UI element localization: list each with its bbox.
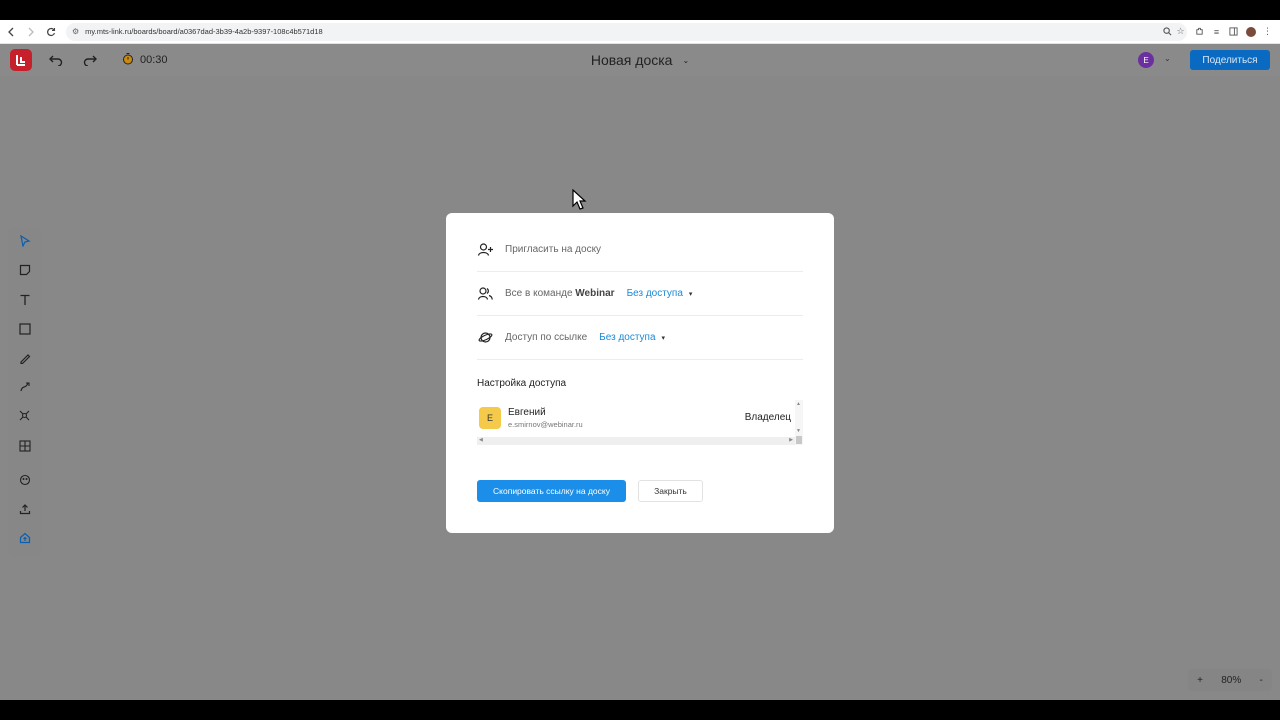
chevron-down-icon: ⌄: [682, 55, 690, 65]
back-icon[interactable]: [2, 23, 20, 41]
left-toolbar: [8, 227, 41, 557]
team-access-dropdown[interactable]: Без доступа ▾: [627, 288, 693, 299]
side-panel-icon[interactable]: [1227, 25, 1240, 38]
team-icon: [477, 286, 493, 302]
browser-toolbar: ⚙ my.mts-link.ru/boards/board/a0367dad-3…: [0, 20, 1280, 44]
share-dialog: Пригласить на доску Все в команде Webina…: [446, 213, 834, 533]
timer[interactable]: 00:30: [122, 51, 168, 69]
shape-tool-icon[interactable]: [14, 318, 35, 339]
app-logo[interactable]: [10, 49, 32, 71]
app-header: 00:30 Новая доска ⌄ E ⌄ Поделиться: [0, 44, 1280, 76]
pen-tool-icon[interactable]: [14, 347, 35, 368]
vertical-scrollbar[interactable]: ▲ ▼: [795, 400, 803, 445]
scroll-down-icon[interactable]: ▼: [796, 428, 801, 434]
copy-link-button[interactable]: Скопировать ссылку на доску: [477, 480, 626, 502]
share-button[interactable]: Поделиться: [1190, 50, 1270, 70]
extensions-icon[interactable]: [1193, 25, 1206, 38]
scroll-thumb[interactable]: [796, 436, 802, 444]
chevron-down-icon: ▾: [661, 334, 666, 342]
profile-avatar[interactable]: [1244, 25, 1257, 38]
templates-icon[interactable]: [14, 469, 35, 490]
link-access-label: Доступ по ссылке: [505, 332, 588, 343]
zoom-icon[interactable]: [1161, 25, 1174, 38]
member-name: Евгений: [508, 407, 546, 418]
link-access-row: Доступ по ссылке Без доступа ▾: [477, 316, 803, 360]
text-tool-icon[interactable]: [14, 289, 35, 310]
chevron-down-icon[interactable]: ⌄: [1164, 54, 1171, 63]
team-access-row: Все в команде Webinar Без доступа ▾: [477, 272, 803, 316]
access-settings-title: Настройка доступа: [477, 378, 567, 389]
scroll-left-icon[interactable]: ◀: [479, 437, 483, 443]
members-list: E Евгений e.smirnov@webinar.ru Владелец …: [477, 400, 803, 445]
team-name: Webinar: [575, 288, 615, 299]
connector-tool-icon[interactable]: [14, 376, 35, 397]
mouse-cursor-icon: [572, 189, 587, 210]
forward-icon[interactable]: [22, 23, 40, 41]
url-text: my.mts-link.ru/boards/board/a0367dad-3b3…: [85, 27, 323, 36]
link-access-dropdown[interactable]: Без доступа ▾: [599, 332, 665, 343]
zoom-controls: + 80% -: [1188, 669, 1272, 691]
media-control-icon[interactable]: ≡: [1210, 25, 1223, 38]
board-title-dropdown[interactable]: Новая доска ⌄: [560, 50, 720, 70]
horizontal-scrollbar[interactable]: ◀ ▶: [477, 437, 795, 445]
scroll-right-icon[interactable]: ▶: [789, 437, 793, 443]
zoom-in-button[interactable]: +: [1197, 675, 1203, 686]
invite-input[interactable]: Пригласить на доску: [505, 244, 601, 255]
chevron-down-icon: ▾: [688, 290, 693, 298]
screen-bottom-border: [0, 700, 1280, 720]
user-avatar[interactable]: E: [1138, 52, 1154, 68]
zoom-out-button[interactable]: -: [1260, 675, 1263, 686]
zoom-level: 80%: [1221, 674, 1242, 686]
close-button[interactable]: Закрыть: [638, 480, 703, 502]
stopwatch-icon: [122, 52, 134, 68]
member-role: Владелец: [744, 412, 791, 423]
add-user-icon: [477, 242, 493, 258]
table-tool-icon[interactable]: [14, 435, 35, 456]
cloud-upload-icon[interactable]: [14, 527, 35, 548]
board-title: Новая доска: [590, 52, 673, 68]
mindmap-tool-icon[interactable]: [14, 405, 35, 426]
select-tool-icon[interactable]: [14, 230, 35, 251]
undo-icon[interactable]: [47, 51, 65, 69]
team-access-label: Все в команде Webinar: [505, 288, 615, 299]
member-email: e.smirnov@webinar.ru: [508, 420, 583, 429]
redo-icon[interactable]: [81, 51, 99, 69]
site-settings-icon[interactable]: ⚙: [72, 27, 79, 36]
planet-link-icon: [477, 330, 493, 346]
invite-row[interactable]: Пригласить на доску: [477, 228, 803, 272]
browser-menu-icon[interactable]: ⋮: [1261, 25, 1274, 38]
scroll-up-icon[interactable]: ▲: [796, 401, 801, 407]
avatar: E: [479, 407, 501, 429]
bookmark-star-icon[interactable]: ☆: [1174, 25, 1187, 38]
address-bar[interactable]: ⚙ my.mts-link.ru/boards/board/a0367dad-3…: [66, 22, 1187, 41]
sticky-note-icon[interactable]: [14, 259, 35, 280]
timer-value: 00:30: [140, 54, 168, 66]
reload-icon[interactable]: [42, 23, 60, 41]
screen-top-border: [0, 0, 1280, 20]
upload-icon[interactable]: [14, 498, 35, 519]
